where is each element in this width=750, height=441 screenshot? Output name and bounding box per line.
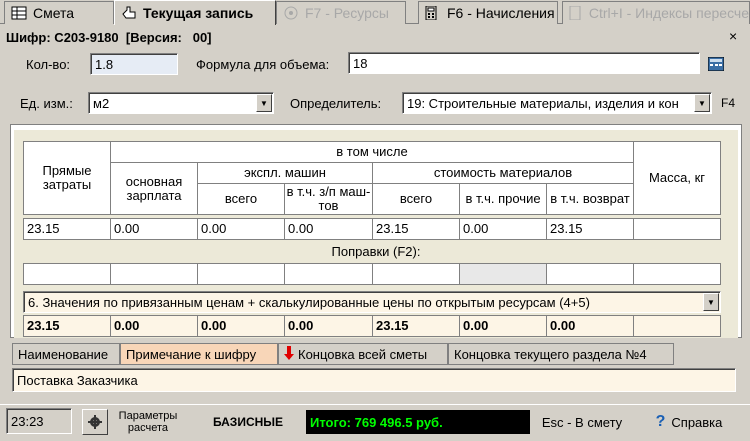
correction-cell[interactable] (546, 263, 634, 285)
basis-label: БАЗИСНЫЕ (212, 415, 284, 429)
cipher-header: Шифр: С203-9180 [Версия: 00] (6, 30, 212, 45)
chevron-down-icon[interactable]: ▼ (256, 94, 272, 112)
header-materials-total: всего (372, 183, 460, 215)
value-base-salary[interactable]: 0.00 (110, 218, 198, 240)
chevron-down-icon[interactable]: ▼ (703, 293, 719, 311)
tab-current-record[interactable]: Текущая запись (114, 0, 276, 25)
arrow-down-icon (284, 345, 294, 363)
header-mass: Масса, кг (633, 141, 721, 215)
f4-hint: F4 (721, 96, 736, 110)
value-machines-wage[interactable]: 0.00 (284, 218, 373, 240)
header-materials: стоимость материалов (372, 162, 634, 184)
tab-current-record-label: Текущая запись (143, 5, 254, 21)
total-direct: 23.15 (23, 315, 111, 337)
header-direct-costs: Прямые затраты (23, 141, 111, 215)
header-machines-wage: в т.ч. з/п маш-тов (284, 183, 373, 215)
header-materials-other: в т.ч. прочие (459, 183, 547, 215)
tab-charges-label: F6 - Начисления (447, 5, 555, 21)
back-to-estimate-button[interactable]: Esc - В смету (526, 410, 638, 434)
determinant-label: Определитель: (290, 96, 382, 111)
corrections-label: Поправки (F2): (331, 244, 421, 259)
value-machines-total[interactable]: 0.00 (197, 218, 285, 240)
help-icon: ? (655, 413, 666, 430)
formula-label: Формула для объема: (196, 57, 330, 72)
calc-mode-select[interactable]: 6. Значения по привязанным ценам + скаль… (23, 291, 721, 313)
total-machines-wage: 0.00 (284, 315, 373, 337)
tab-section-ending-label: Концовка текущего раздела №4 (454, 346, 647, 362)
gear-icon[interactable] (82, 409, 108, 435)
unit-value: м2 (93, 95, 110, 111)
clock: 23:23 (6, 408, 72, 434)
status-bar: 23:23 Параметры расчета БАЗИСНЫЕ Итого: … (0, 404, 750, 441)
value-materials-return[interactable]: 23.15 (546, 218, 634, 240)
value-materials-total[interactable]: 23.15 (372, 218, 460, 240)
tab-smeta-label: Смета (33, 5, 75, 21)
value-mass[interactable] (633, 218, 721, 240)
close-icon[interactable]: × (729, 28, 737, 44)
tab-estimate-ending-label: Концовка всей сметы (298, 346, 428, 362)
value-direct[interactable]: 23.15 (23, 218, 111, 240)
note-field[interactable]: Поставка Заказчика (12, 368, 736, 392)
correction-cell[interactable] (284, 263, 373, 285)
help-label: Справка (671, 414, 723, 430)
total-display: Итого: 769 496.5 руб. (306, 410, 530, 434)
unit-select[interactable]: м2 ▼ (88, 92, 274, 114)
resources-icon (283, 6, 299, 20)
tab-cipher-note-label: Примечание к шифру (126, 346, 257, 362)
tab-indexes[interactable]: Ctrl+I - Индексы пересче (562, 1, 750, 24)
qty-field[interactable]: 1.8 (90, 53, 178, 75)
formula-input[interactable]: 18 (348, 52, 700, 74)
tab-indexes-label: Ctrl+I - Индексы пересче (588, 5, 749, 21)
total-materials-return: 0.00 (546, 315, 634, 337)
header-base-salary: основная зарплата (110, 162, 198, 215)
header-machines-total: всего (197, 183, 285, 215)
top-tab-bar: Смета Текущая запись F7 - Ресурсы F6 - Н… (0, 0, 750, 25)
tab-charges[interactable]: F6 - Начисления (418, 1, 558, 24)
help-button[interactable]: ? Справка (644, 410, 734, 434)
correction-cell[interactable] (372, 263, 460, 285)
index-icon (569, 5, 583, 21)
note-value: Поставка Заказчика (17, 372, 138, 388)
correction-cell[interactable] (633, 263, 721, 285)
correction-cell-disabled (459, 263, 547, 285)
calc-mode-value: 6. Значения по привязанным ценам + скаль… (28, 294, 590, 310)
tab-cipher-note[interactable]: Примечание к шифру (120, 343, 278, 365)
correction-cell[interactable] (110, 263, 198, 285)
tab-resources-label: F7 - Ресурсы (305, 5, 389, 21)
calculator-icon (425, 5, 441, 21)
tab-name-label: Наименование (18, 346, 109, 362)
header-materials-return: в т.ч. возврат (546, 183, 634, 215)
determinant-value: 19: Строительные материалы, изделия и ко… (407, 95, 679, 111)
total-base-salary: 0.00 (110, 315, 198, 337)
tab-estimate-ending[interactable]: Концовка всей сметы (278, 343, 448, 365)
determinant-select[interactable]: 19: Строительные материалы, изделия и ко… (402, 92, 712, 114)
qty-label: Кол-во: (26, 57, 71, 72)
header-including: в том числе (110, 141, 634, 163)
table-icon (11, 6, 27, 20)
tab-name[interactable]: Наименование (12, 343, 120, 365)
tab-resources[interactable]: F7 - Ресурсы (276, 1, 406, 24)
unit-label: Ед. изм.: (20, 96, 73, 111)
hand-pointer-icon (121, 6, 137, 20)
total-materials-total: 23.15 (372, 315, 460, 337)
correction-cell[interactable] (197, 263, 285, 285)
tab-smeta[interactable]: Смета (4, 1, 114, 24)
calculator-button-icon[interactable] (707, 56, 725, 74)
correction-cell[interactable] (23, 263, 111, 285)
total-mass (633, 315, 721, 337)
tab-section-ending[interactable]: Концовка текущего раздела №4 (448, 343, 674, 365)
calc-params-button[interactable]: Параметры расчета (112, 407, 184, 437)
total-machines-total: 0.00 (197, 315, 285, 337)
total-materials-other: 0.00 (459, 315, 547, 337)
value-materials-other[interactable]: 0.00 (459, 218, 547, 240)
header-machines: экспл. машин (197, 162, 373, 184)
chevron-down-icon[interactable]: ▼ (694, 94, 710, 112)
